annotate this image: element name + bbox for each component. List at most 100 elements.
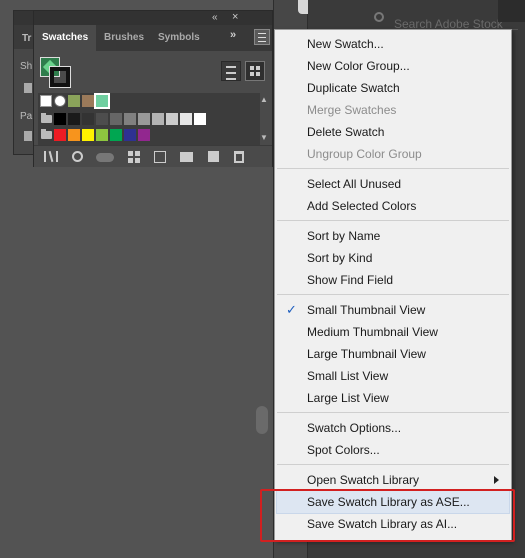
menu-item-label: Duplicate Swatch <box>307 81 400 95</box>
gray-swatch[interactable] <box>152 113 164 125</box>
cloud-icon[interactable] <box>96 153 114 162</box>
menu-item-label: Ungroup Color Group <box>307 147 422 161</box>
gray-swatch[interactable] <box>124 113 136 125</box>
menu-item-label: Merge Swatches <box>307 103 397 117</box>
menu-item-show-find-field[interactable]: Show Find Field <box>277 269 509 291</box>
menu-item-ungroup-color-group: Ungroup Color Group <box>277 143 509 165</box>
menu-item-label: Medium Thumbnail View <box>307 325 438 339</box>
swatch-registration[interactable] <box>54 95 66 107</box>
menu-separator <box>277 294 509 295</box>
scroll-down-icon[interactable]: ▼ <box>260 133 268 142</box>
show-kinds-icon[interactable] <box>72 151 83 162</box>
gray-swatch[interactable] <box>110 113 122 125</box>
gray-swatch[interactable] <box>166 113 178 125</box>
gray-swatch[interactable] <box>138 113 150 125</box>
tab-swatches[interactable]: Swatches <box>34 25 97 51</box>
menu-item-new-color-group[interactable]: New Color Group... <box>277 55 509 77</box>
background-panel-chip <box>24 83 32 93</box>
close-icon[interactable]: × <box>232 11 238 23</box>
menu-item-medium-thumbnail-view[interactable]: Medium Thumbnail View <box>277 321 509 343</box>
stock-search[interactable]: Search Adobe Stock <box>368 0 518 31</box>
new-swatch-icon[interactable] <box>208 151 219 162</box>
swatch-libraries-icon[interactable] <box>44 151 58 162</box>
menu-item-new-swatch[interactable]: New Swatch... <box>277 33 509 55</box>
color-swatch[interactable] <box>54 129 66 141</box>
grid-view-icon[interactable] <box>498 0 525 22</box>
menu-item-label: Sort by Kind <box>307 251 373 265</box>
gray-swatch[interactable] <box>82 113 94 125</box>
panel-titlebar[interactable]: « × <box>34 11 272 25</box>
more-tabs-icon[interactable]: » <box>230 29 236 41</box>
menu-item-label: Large Thumbnail View <box>307 347 426 361</box>
collapse-icon[interactable]: « <box>212 12 218 23</box>
menu-item-small-thumbnail-view[interactable]: ✓ Small Thumbnail View <box>277 299 509 321</box>
gray-swatch[interactable] <box>180 113 192 125</box>
gray-swatch[interactable] <box>194 113 206 125</box>
color-swatch[interactable] <box>96 129 108 141</box>
color-swatch[interactable] <box>68 129 80 141</box>
menu-item-label: Sort by Name <box>307 229 381 243</box>
color-swatch[interactable] <box>82 129 94 141</box>
swatch-options-icon[interactable] <box>154 151 166 163</box>
panel-menu-icon[interactable] <box>254 29 270 45</box>
delete-icon[interactable] <box>234 151 244 163</box>
fill-stroke-selector[interactable] <box>40 57 71 88</box>
color-swatch[interactable] <box>110 129 122 141</box>
menu-item-large-thumbnail-view[interactable]: Large Thumbnail View <box>277 343 509 365</box>
new-folder-icon[interactable] <box>180 152 193 162</box>
menu-separator <box>277 168 509 169</box>
menu-item-swatch-options[interactable]: Swatch Options... <box>277 417 509 439</box>
menu-separator <box>277 412 509 413</box>
scroll-thumb[interactable] <box>256 406 268 434</box>
tab-brushes[interactable]: Brushes <box>96 25 152 51</box>
menu-item-spot-colors[interactable]: Spot Colors... <box>277 439 509 461</box>
menu-item-label: Large List View <box>307 391 389 405</box>
menu-item-label: Add Selected Colors <box>307 199 417 213</box>
menu-separator <box>277 220 509 221</box>
checkmark-icon: ✓ <box>286 302 297 317</box>
thumbnail-view-button[interactable] <box>245 61 265 81</box>
menu-item-sort-by-kind[interactable]: Sort by Kind <box>277 247 509 269</box>
menu-item-label: New Color Group... <box>307 59 410 73</box>
swatch-grid <box>38 93 260 145</box>
swatches-panel: « × Swatches Brushes Symbols » ▲ ▼ <box>33 10 273 167</box>
swatch-selected[interactable] <box>94 93 110 109</box>
menu-item-small-list-view[interactable]: Small List View <box>277 365 509 387</box>
background-panel-tab[interactable]: Tr <box>22 33 31 44</box>
new-color-group-icon[interactable] <box>128 151 140 163</box>
panel-bottom-toolbar <box>34 145 272 167</box>
panel-tabs: Swatches Brushes Symbols » <box>34 25 272 51</box>
background-panel-chip <box>24 131 32 141</box>
menu-item-label: Small Thumbnail View <box>307 303 426 317</box>
menu-item-open-swatch-library[interactable]: Open Swatch Library <box>277 469 509 491</box>
menu-item-add-selected-colors[interactable]: Add Selected Colors <box>277 195 509 217</box>
list-view-button[interactable] <box>221 61 241 81</box>
menu-item-sort-by-name[interactable]: Sort by Name <box>277 225 509 247</box>
menu-item-label: New Swatch... <box>307 37 384 51</box>
tab-symbols[interactable]: Symbols <box>150 25 208 51</box>
folder-icon <box>41 113 52 123</box>
annotation-highlight <box>260 489 515 542</box>
swatch-pattern[interactable] <box>68 95 80 107</box>
menu-item-delete-swatch[interactable]: Delete Swatch <box>277 121 509 143</box>
scroll-up-icon[interactable]: ▲ <box>260 95 268 104</box>
menu-item-duplicate-swatch[interactable]: Duplicate Swatch <box>277 77 509 99</box>
menu-item-select-all-unused[interactable]: Select All Unused <box>277 173 509 195</box>
menu-item-label: Delete Swatch <box>307 125 385 139</box>
menu-item-label: Swatch Options... <box>307 421 402 435</box>
submenu-arrow-icon <box>494 476 499 484</box>
background-panel-label: Pa <box>20 111 33 122</box>
gray-swatch[interactable] <box>96 113 108 125</box>
swatch-none[interactable] <box>40 95 52 107</box>
menu-separator <box>277 464 509 465</box>
menu-item-large-list-view[interactable]: Large List View <box>277 387 509 409</box>
menu-item-label: Spot Colors... <box>307 443 380 457</box>
gray-swatch[interactable] <box>68 113 80 125</box>
color-swatch[interactable] <box>138 129 150 141</box>
swatch-pattern[interactable] <box>82 95 94 107</box>
gray-swatch[interactable] <box>54 113 66 125</box>
menu-item-label: Open Swatch Library <box>307 473 420 487</box>
color-swatch[interactable] <box>124 129 136 141</box>
search-icon <box>374 12 384 22</box>
stroke-swatch[interactable] <box>49 66 71 88</box>
